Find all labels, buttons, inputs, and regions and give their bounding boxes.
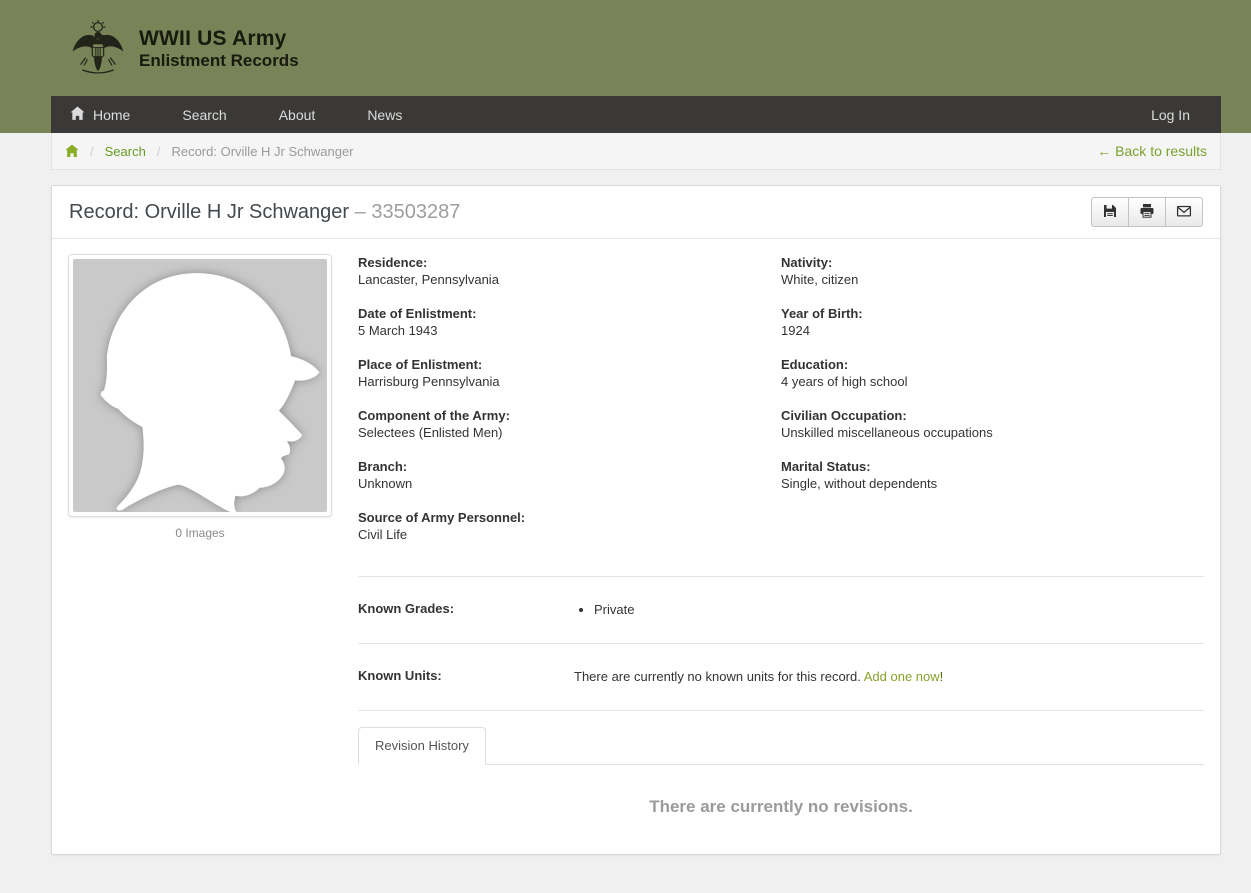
field-value: Unknown <box>358 475 781 493</box>
record-photo-column: 0 Images <box>68 254 332 854</box>
nav-home-label: Home <box>93 107 130 123</box>
field-label: Branch: <box>358 458 781 475</box>
nav-item-news[interactable]: News <box>341 96 428 133</box>
no-revisions-message: There are currently no revisions. <box>358 797 1204 854</box>
tab-revision-history[interactable]: Revision History <box>358 727 486 765</box>
field-label: Source of Army Personnel: <box>358 509 781 526</box>
field-value: Lancaster, Pennsylvania <box>358 271 781 289</box>
field-label: Year of Birth: <box>781 305 1204 322</box>
home-icon <box>70 106 85 124</box>
save-icon <box>1102 203 1118 222</box>
breadcrumb-home-icon[interactable] <box>65 144 79 158</box>
field-label: Place of Enlistment: <box>358 356 781 373</box>
field-label: Education: <box>781 356 1204 373</box>
field-label: Component of the Army: <box>358 407 781 424</box>
known-units-label: Known Units: <box>358 668 574 686</box>
field-value: Civil Life <box>358 526 781 544</box>
field-value: Unskilled miscellaneous occupations <box>781 424 1204 442</box>
known-units-section: Known Units: There are currently no know… <box>358 643 1204 710</box>
tab-bar: Revision History <box>358 727 1204 765</box>
soldier-placeholder-image <box>73 259 327 512</box>
add-unit-link[interactable]: Add one now <box>864 669 940 684</box>
breadcrumb-current: Record: Orville H Jr Schwanger <box>171 144 353 159</box>
field-value: Harrisburg Pennsylvania <box>358 373 781 391</box>
known-units-empty-text: There are currently no known units for t… <box>574 669 864 684</box>
field-marital-status: Marital Status: Single, without dependen… <box>781 458 1204 493</box>
field-component-of-army: Component of the Army: Selectees (Enlist… <box>358 407 781 442</box>
field-label: Civilian Occupation: <box>781 407 1204 424</box>
field-value: Single, without dependents <box>781 475 1204 493</box>
grade-item: Private <box>594 601 1204 619</box>
main-navbar: Home Search About News Log In <box>51 96 1221 133</box>
field-value: White, citizen <box>781 271 1204 289</box>
nav-item-about[interactable]: About <box>253 96 342 133</box>
field-residence: Residence: Lancaster, Pennsylvania <box>358 254 781 289</box>
field-value: 1924 <box>781 322 1204 340</box>
brand: WWII US Army Enlistment Records <box>51 0 1221 96</box>
nav-item-home[interactable]: Home <box>51 96 156 133</box>
field-value: Selectees (Enlisted Men) <box>358 424 781 442</box>
field-value: 4 years of high school <box>781 373 1204 391</box>
nav-search-label: Search <box>182 107 226 123</box>
field-value: 5 March 1943 <box>358 322 781 340</box>
record-name: Record: Orville H Jr Schwanger <box>69 201 349 223</box>
field-source-of-personnel: Source of Army Personnel: Civil Life <box>358 509 781 544</box>
known-grades-list: Private <box>594 601 1204 619</box>
nav-item-search[interactable]: Search <box>156 96 252 133</box>
photo-frame[interactable] <box>68 254 332 517</box>
revision-tabs-section: Revision History There are currently no … <box>358 710 1204 854</box>
field-date-of-enlistment: Date of Enlistment: 5 March 1943 <box>358 305 781 340</box>
nav-about-label: About <box>279 107 316 123</box>
print-button[interactable] <box>1128 197 1166 227</box>
known-grades-label: Known Grades: <box>358 601 574 619</box>
field-education: Education: 4 years of high school <box>781 356 1204 391</box>
field-nativity: Nativity: White, citizen <box>781 254 1204 289</box>
record-actions <box>1091 197 1203 227</box>
email-icon <box>1176 203 1192 222</box>
field-branch: Branch: Unknown <box>358 458 781 493</box>
email-button[interactable] <box>1165 197 1203 227</box>
site-title: WWII US Army <box>139 26 299 51</box>
print-icon <box>1139 203 1155 222</box>
breadcrumb-separator: / <box>157 144 161 159</box>
nav-news-label: News <box>367 107 402 123</box>
image-count-caption: 0 Images <box>68 526 332 540</box>
save-button[interactable] <box>1091 197 1129 227</box>
field-place-of-enlistment: Place of Enlistment: Harrisburg Pennsylv… <box>358 356 781 391</box>
login-link[interactable]: Log In <box>1151 96 1221 133</box>
field-label: Date of Enlistment: <box>358 305 781 322</box>
add-unit-suffix: ! <box>940 669 944 684</box>
record-fields: Residence: Lancaster, Pennsylvania Date … <box>358 254 1204 560</box>
breadcrumb: / Search / Record: Orville H Jr Schwange… <box>51 133 1221 170</box>
breadcrumb-search-link[interactable]: Search <box>105 144 146 159</box>
record-serial-number: – 33503287 <box>355 201 461 223</box>
breadcrumb-separator: / <box>90 144 94 159</box>
field-label: Nativity: <box>781 254 1204 271</box>
known-grades-section: Known Grades: Private <box>358 576 1204 643</box>
back-to-results-link[interactable]: ← Back to results <box>1097 143 1207 159</box>
field-label: Marital Status: <box>781 458 1204 475</box>
page-title: Record: Orville H Jr Schwanger – 3350328… <box>69 198 460 226</box>
field-civilian-occupation: Civilian Occupation: Unskilled miscellan… <box>781 407 1204 442</box>
masthead: WWII US Army Enlistment Records Home Sea… <box>0 0 1251 133</box>
field-year-of-birth: Year of Birth: 1924 <box>781 305 1204 340</box>
field-label: Residence: <box>358 254 781 271</box>
army-seal-logo-icon <box>70 18 126 78</box>
record-panel: Record: Orville H Jr Schwanger – 3350328… <box>51 185 1221 855</box>
site-subtitle: Enlistment Records <box>139 51 299 71</box>
